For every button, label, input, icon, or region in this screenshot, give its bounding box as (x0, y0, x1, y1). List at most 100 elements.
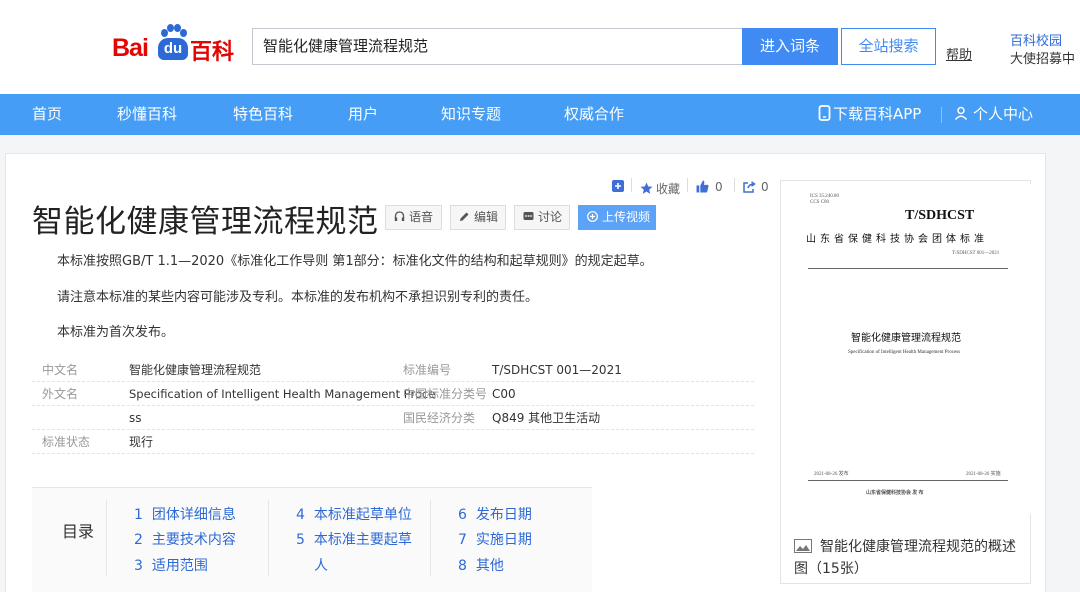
info-row: ss 国民经济分类 Q849 其他卫生活动 (32, 406, 754, 430)
summary-image-caption[interactable]: 智能化健康管理流程规范的概述图（15张） (794, 536, 1024, 580)
info-label: 标准编号 (403, 363, 452, 377)
site-search-button[interactable]: 全站搜索 (841, 28, 936, 65)
toolbar-divider (631, 178, 632, 192)
pencil-icon (459, 206, 470, 229)
logo-du-text: du (158, 38, 188, 60)
search-input[interactable]: 智能化健康管理流程规范 (252, 28, 742, 65)
doc-publish-date: 2021-08-26 发布 (814, 472, 849, 477)
doc-rule-line (808, 268, 1008, 269)
toc-item-label: 其他 (475, 558, 504, 574)
doc-english-title: Specification of Intelligent Health Mana… (848, 350, 961, 355)
info-row: 中文名 智能化健康管理流程规范 标准编号 T/SDHCST 001—2021 (32, 358, 754, 382)
discuss-label: 讨论 (538, 210, 563, 224)
info-value: 现行 (129, 435, 154, 449)
info-label: 外文名 (42, 387, 79, 401)
doc-publisher: 山东省保健科技协会 发 布 (866, 491, 924, 496)
download-app-label: 下载百科APP (833, 105, 922, 123)
info-label: 中文名 (42, 363, 79, 377)
caption-text: 智能化健康管理流程规范的概述图（15张） (794, 539, 1016, 577)
info-label: 标准状态 (42, 435, 91, 449)
info-label: 中国标准分类号 (403, 387, 488, 401)
info-value: 智能化健康管理流程规范 (129, 363, 262, 377)
help-link[interactable]: 帮助 (946, 44, 972, 63)
toc-item-number: 8 (458, 558, 467, 574)
nav-item-cooperation[interactable]: 权威合作 (564, 94, 624, 135)
headphones-icon (394, 206, 405, 229)
add-icon[interactable] (612, 180, 624, 196)
upload-video-label: 上传视频 (602, 210, 651, 224)
toc-item-label: 实施日期 (475, 532, 532, 548)
collect-label: 收藏 (656, 182, 681, 196)
image-icon (794, 539, 812, 553)
toc-item-label: 发布日期 (475, 507, 532, 523)
toc-item[interactable]: 8 其他 (458, 555, 504, 575)
doc-title: 智能化健康管理流程规范 (851, 333, 961, 344)
campus-link[interactable]: 百科校园 (1010, 30, 1062, 49)
share-button[interactable]: 0 (743, 180, 769, 196)
top-header: Bai du 百科 智能化健康管理流程规范 进入词条 全站搜索 帮助 百科校园 … (0, 0, 1080, 94)
collect-button[interactable]: 收藏 (640, 180, 680, 196)
like-button[interactable]: 0 (696, 180, 723, 196)
doc-organization: 山东省保健科技协会团体标准 (806, 234, 988, 245)
toc-item[interactable]: 6 发布日期 (458, 504, 532, 524)
toc-item[interactable]: 2 主要技术内容 (134, 529, 236, 549)
nav-item-topics[interactable]: 知识专题 (441, 94, 501, 135)
info-value: Q849 其他卫生活动 (492, 411, 601, 425)
share-count: 0 (761, 180, 769, 194)
info-label: 国民经济分类 (403, 411, 476, 425)
nav-item-users[interactable]: 用户 (348, 94, 378, 135)
toolbar-divider (734, 178, 735, 192)
info-row: 外文名 Specification of Intelligent Health … (32, 382, 754, 406)
toc-item-label: 主要技术内容 (151, 532, 236, 548)
plus-circle-icon (587, 206, 598, 229)
toc-title: 目录 (62, 522, 95, 541)
toc-item-number: 2 (134, 532, 143, 548)
toc-item[interactable]: 7 实施日期 (458, 529, 532, 549)
toc-item[interactable]: 5 本标准主要起草 (296, 529, 412, 549)
toc-item-label: 本标准主要起草 (313, 532, 412, 548)
phone-icon (818, 105, 831, 121)
thumbs-up-icon (696, 180, 709, 193)
toc-item-label: 适用范围 (151, 558, 208, 574)
info-value: ss (129, 411, 142, 425)
main-nav: 首页 秒懂百科 特色百科 用户 知识专题 权威合作 下载百科APP 个人中心 (0, 94, 1080, 135)
nav-item-home[interactable]: 首页 (32, 94, 62, 135)
upload-video-button[interactable]: 上传视频 (578, 205, 656, 230)
toc-item[interactable]: 4 本标准起草单位 (296, 504, 412, 524)
paw-icon (161, 24, 187, 38)
baidu-baike-logo[interactable]: Bai du 百科 (112, 24, 236, 65)
personal-center-link[interactable]: 个人中心 (954, 94, 1033, 135)
chat-icon (523, 206, 534, 229)
toc-item-number: 7 (458, 532, 467, 548)
toc-item-label: 人 (314, 558, 328, 574)
toc-item-number: 3 (134, 558, 143, 574)
intro-paragraph-1: 本标准按照GB/T 1.1—2020《标准化工作导则 第1部分：标准化文件的结构… (57, 254, 653, 269)
user-icon (954, 106, 968, 121)
campus-subtext[interactable]: 大使招募中 (1010, 48, 1075, 67)
info-value: T/SDHCST 001—2021 (492, 363, 622, 377)
edit-button[interactable]: 编辑 (450, 205, 506, 230)
edit-label: 编辑 (474, 210, 499, 224)
toc-item[interactable]: 1 团体详细信息 (134, 504, 236, 524)
enter-entry-button[interactable]: 进入词条 (742, 28, 838, 65)
voice-button[interactable]: 语音 (385, 205, 442, 230)
info-value: Specification of Intelligent Health Mana… (129, 387, 436, 401)
toc-item-number: 4 (296, 507, 305, 523)
toc-item-number: 5 (296, 532, 305, 548)
download-app-link[interactable]: 下载百科APP (818, 94, 921, 135)
page-title: 智能化健康管理流程规范 (32, 204, 379, 240)
nav-item-miaodong[interactable]: 秒懂百科 (117, 94, 177, 135)
nav-item-featured[interactable]: 特色百科 (233, 94, 293, 135)
toc-item-label: 团体详细信息 (151, 507, 236, 523)
doc-rule-line (808, 480, 1008, 481)
toc-item-label: 本标准起草单位 (313, 507, 412, 523)
discuss-button[interactable]: 讨论 (514, 205, 570, 230)
toc-item[interactable]: 3 适用范围 (134, 555, 208, 575)
personal-center-label: 个人中心 (973, 105, 1034, 123)
doc-standard-number: T/SDHCST 001—2021 (952, 251, 1000, 256)
toc-divider (106, 500, 107, 576)
intro-paragraph-3: 本标准为首次发布。 (57, 325, 175, 340)
toc-item[interactable]: 人 (314, 555, 328, 575)
like-count: 0 (715, 180, 723, 194)
toc-item-number: 6 (458, 507, 467, 523)
